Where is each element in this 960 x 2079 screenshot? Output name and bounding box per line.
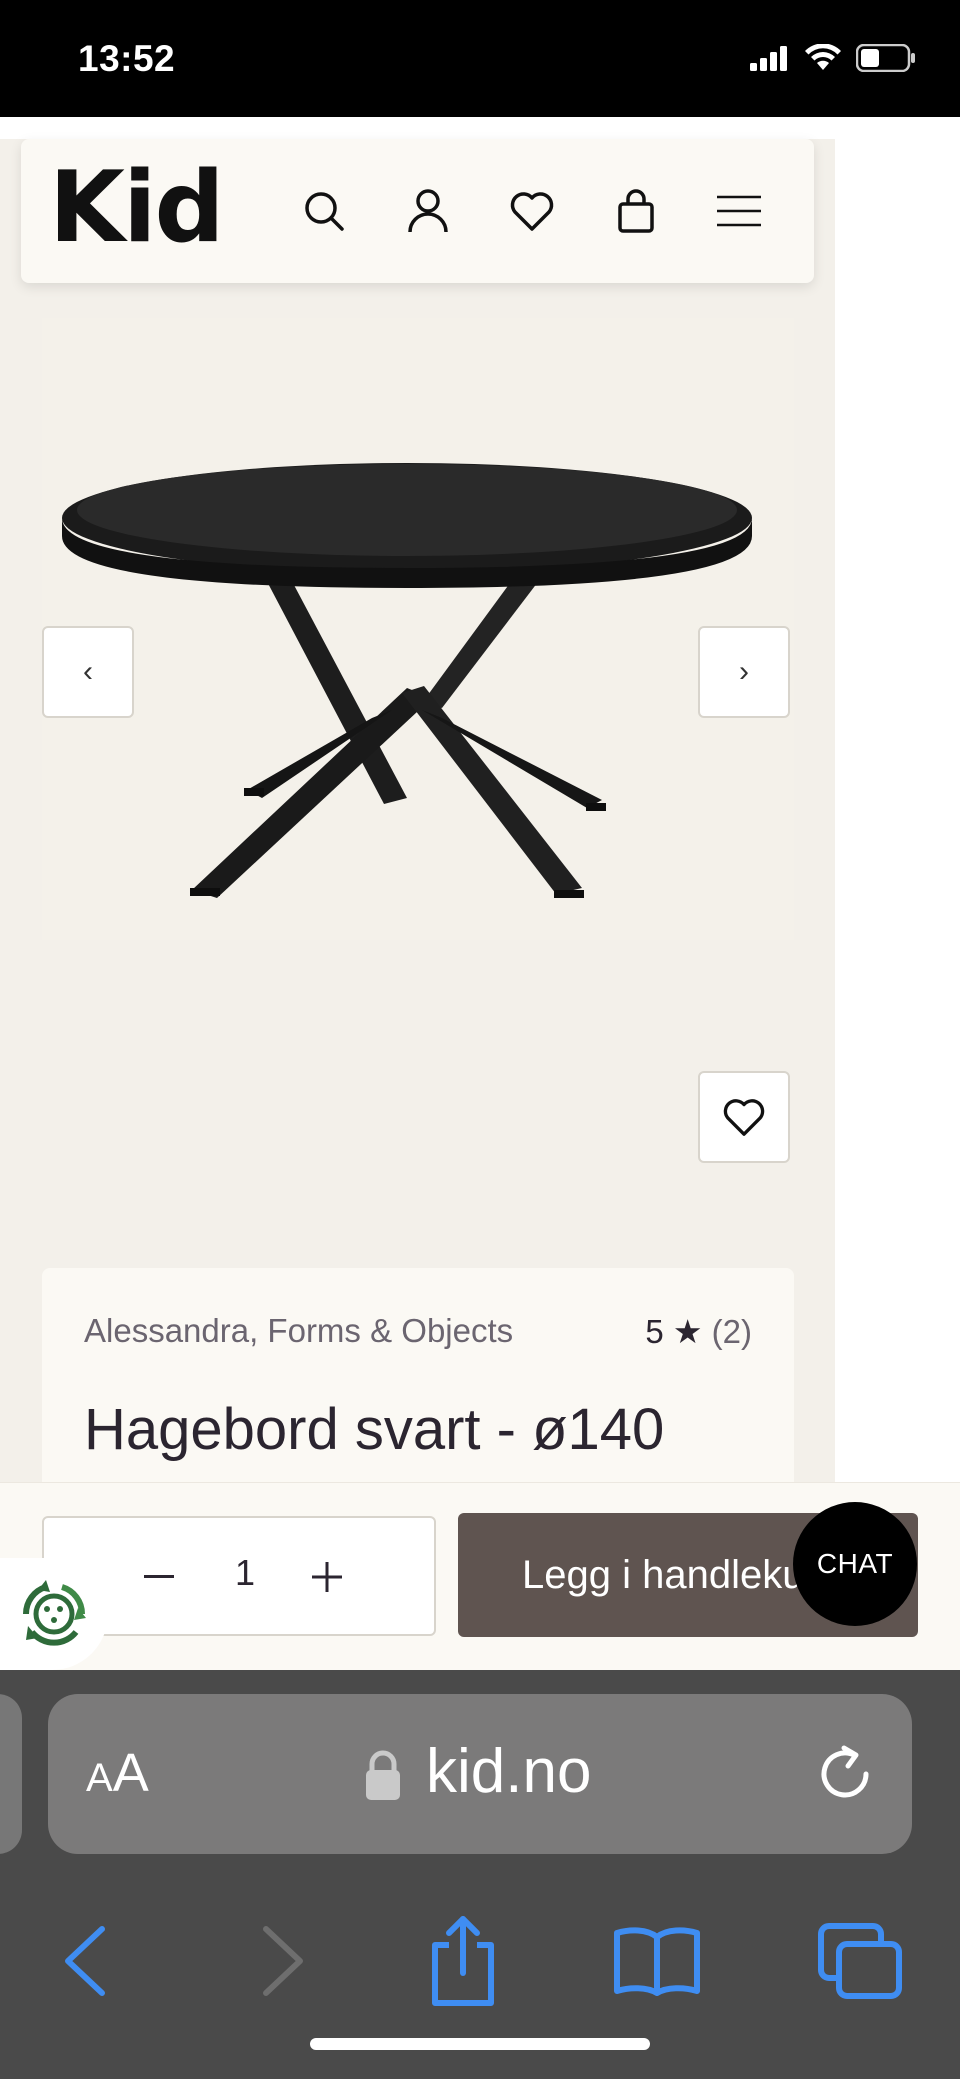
gallery-prev-button[interactable]: ‹ bbox=[42, 626, 134, 718]
recycle-icon bbox=[22, 1580, 86, 1646]
chat-button[interactable]: CHAT bbox=[793, 1502, 917, 1626]
status-bar: 13:52 bbox=[0, 0, 960, 117]
gallery-next-button[interactable]: › bbox=[698, 626, 790, 718]
product-brand[interactable]: Alessandra, Forms & Objects bbox=[84, 1312, 513, 1350]
chevron-right-icon: › bbox=[739, 655, 749, 688]
site-header: Kid bbox=[21, 139, 814, 283]
status-icons bbox=[750, 44, 916, 72]
signal-icon bbox=[750, 46, 787, 71]
heart-icon bbox=[723, 1099, 765, 1136]
battery-icon bbox=[856, 44, 915, 72]
url-text: kid.no bbox=[426, 1737, 592, 1806]
plus-icon bbox=[312, 1562, 342, 1592]
chevron-left-icon: ‹ bbox=[83, 655, 93, 688]
share-button[interactable] bbox=[418, 1916, 508, 2006]
page-top-strip bbox=[0, 117, 835, 139]
product-image-gallery bbox=[42, 318, 794, 940]
increase-quantity-button[interactable] bbox=[307, 1554, 347, 1600]
tabs-button[interactable] bbox=[815, 1916, 905, 2006]
home-indicator[interactable] bbox=[310, 2038, 650, 2050]
rating-value: 5 ★ bbox=[645, 1313, 703, 1350]
lock-icon bbox=[366, 1750, 400, 1800]
aa-small: A bbox=[86, 1756, 113, 1800]
reader-settings-button[interactable]: AA bbox=[86, 1742, 149, 1804]
share-icon bbox=[432, 1916, 494, 2006]
rating-count: (2) bbox=[711, 1313, 752, 1350]
decrease-quantity-button[interactable] bbox=[139, 1554, 179, 1600]
product-rating[interactable]: 5 ★ (2) bbox=[645, 1312, 752, 1351]
heart-icon[interactable] bbox=[504, 183, 560, 239]
kid-logo[interactable]: Kid bbox=[49, 159, 225, 257]
address-bar[interactable]: AA kid.no bbox=[48, 1694, 912, 1854]
add-to-wishlist-button[interactable] bbox=[698, 1071, 790, 1163]
back-arrow-icon bbox=[65, 1926, 105, 1996]
product-image[interactable] bbox=[62, 418, 762, 918]
book-icon bbox=[614, 1927, 700, 1996]
wifi-icon bbox=[805, 44, 841, 70]
back-button[interactable] bbox=[40, 1916, 130, 2006]
tabs-icon bbox=[818, 1923, 902, 1999]
search-icon[interactable] bbox=[296, 183, 352, 239]
menu-icon[interactable] bbox=[711, 183, 767, 239]
minus-icon bbox=[144, 1575, 174, 1578]
safari-toolbar: AA kid.no bbox=[0, 1670, 960, 2079]
forward-arrow-icon bbox=[263, 1926, 303, 1996]
reload-icon[interactable] bbox=[816, 1744, 876, 1806]
quantity-value[interactable]: 1 bbox=[230, 1552, 260, 1594]
previous-tab-peek[interactable] bbox=[0, 1694, 22, 1854]
forward-button[interactable] bbox=[238, 1916, 328, 2006]
user-icon[interactable] bbox=[400, 183, 456, 239]
bag-icon[interactable] bbox=[608, 183, 664, 239]
page-right-margin bbox=[835, 117, 960, 1482]
status-time: 13:52 bbox=[78, 38, 176, 79]
product-info-card: Alessandra, Forms & Objects 5 ★ (2) Hage… bbox=[42, 1268, 794, 1482]
bookmarks-button[interactable] bbox=[612, 1916, 702, 2006]
aa-large: A bbox=[112, 1743, 149, 1803]
eco-badge[interactable] bbox=[0, 1558, 108, 1670]
product-title: Hagebord svart - ø140 bbox=[84, 1397, 665, 1462]
